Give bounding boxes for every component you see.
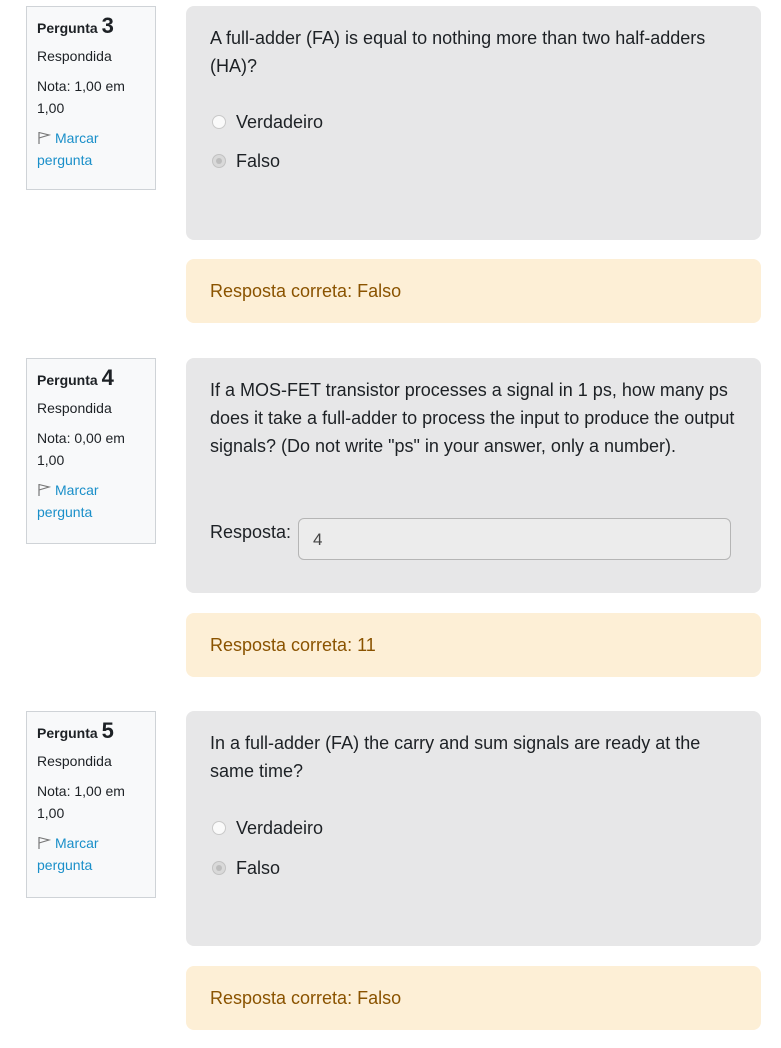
flag-question-link[interactable]: Marcar pergunta <box>37 479 145 523</box>
question-info-5: Pergunta 5 Respondida Nota: 1,00 em 1,00… <box>26 711 156 898</box>
question-heading: Pergunta 3 <box>37 15 145 39</box>
radio-icon[interactable] <box>212 115 226 129</box>
question-heading: Pergunta 4 <box>37 367 145 391</box>
question-text: A full-adder (FA) is equal to nothing mo… <box>210 28 706 76</box>
flag-icon <box>38 836 51 849</box>
question-state: Respondida <box>37 400 112 416</box>
question-label: Pergunta <box>37 20 98 36</box>
question-label: Pergunta <box>37 725 98 741</box>
radio-selected-icon[interactable] <box>212 154 226 168</box>
question-text: If a MOS-FET transistor processes a sign… <box>210 380 735 456</box>
question-number: 4 <box>101 365 114 390</box>
correct-answer-text: Resposta correta: 11 <box>210 635 376 655</box>
question-label: Pergunta <box>37 372 98 388</box>
question-content-5: In a full-adder (FA) the carry and sum s… <box>186 711 761 946</box>
question-grade: Nota: 0,00 em 1,00 <box>37 430 125 468</box>
feedback-box-3: Resposta correta: Falso <box>186 259 761 323</box>
question-number: 3 <box>101 13 114 38</box>
flag-icon <box>38 131 51 144</box>
answer-label: Resposta: <box>210 522 292 542</box>
feedback-box-5: Resposta correta: Falso <box>186 966 761 1030</box>
question-info-4: Pergunta 4 Respondida Nota: 0,00 em 1,00… <box>26 358 156 544</box>
question-number: 5 <box>101 718 114 743</box>
flag-icon <box>38 483 51 496</box>
option-label: Falso <box>236 858 281 878</box>
option-label: Verdadeiro <box>236 818 324 838</box>
correct-answer-text: Resposta correta: Falso <box>210 988 402 1008</box>
question-grade: Nota: 1,00 em 1,00 <box>37 78 125 116</box>
question-state: Respondida <box>37 753 112 769</box>
question-text: In a full-adder (FA) the carry and sum s… <box>210 733 701 781</box>
flag-question-link[interactable]: Marcar pergunta <box>37 832 145 876</box>
flag-question-link[interactable]: Marcar pergunta <box>37 127 145 171</box>
correct-answer-text: Resposta correta: Falso <box>210 281 402 301</box>
feedback-box-4: Resposta correta: 11 <box>186 613 761 677</box>
question-grade: Nota: 1,00 em 1,00 <box>37 783 125 821</box>
question-heading: Pergunta 5 <box>37 720 145 744</box>
question-info-3: Pergunta 3 Respondida Nota: 1,00 em 1,00… <box>26 6 156 190</box>
radio-icon[interactable] <box>212 821 226 835</box>
question-state: Respondida <box>37 48 112 64</box>
option-label: Verdadeiro <box>236 112 324 132</box>
radio-selected-icon[interactable] <box>212 861 226 875</box>
option-label: Falso <box>236 151 281 171</box>
question-content-3: A full-adder (FA) is equal to nothing mo… <box>186 6 761 240</box>
answer-input[interactable]: 4 <box>298 518 731 560</box>
question-content-4: If a MOS-FET transistor processes a sign… <box>186 358 761 593</box>
